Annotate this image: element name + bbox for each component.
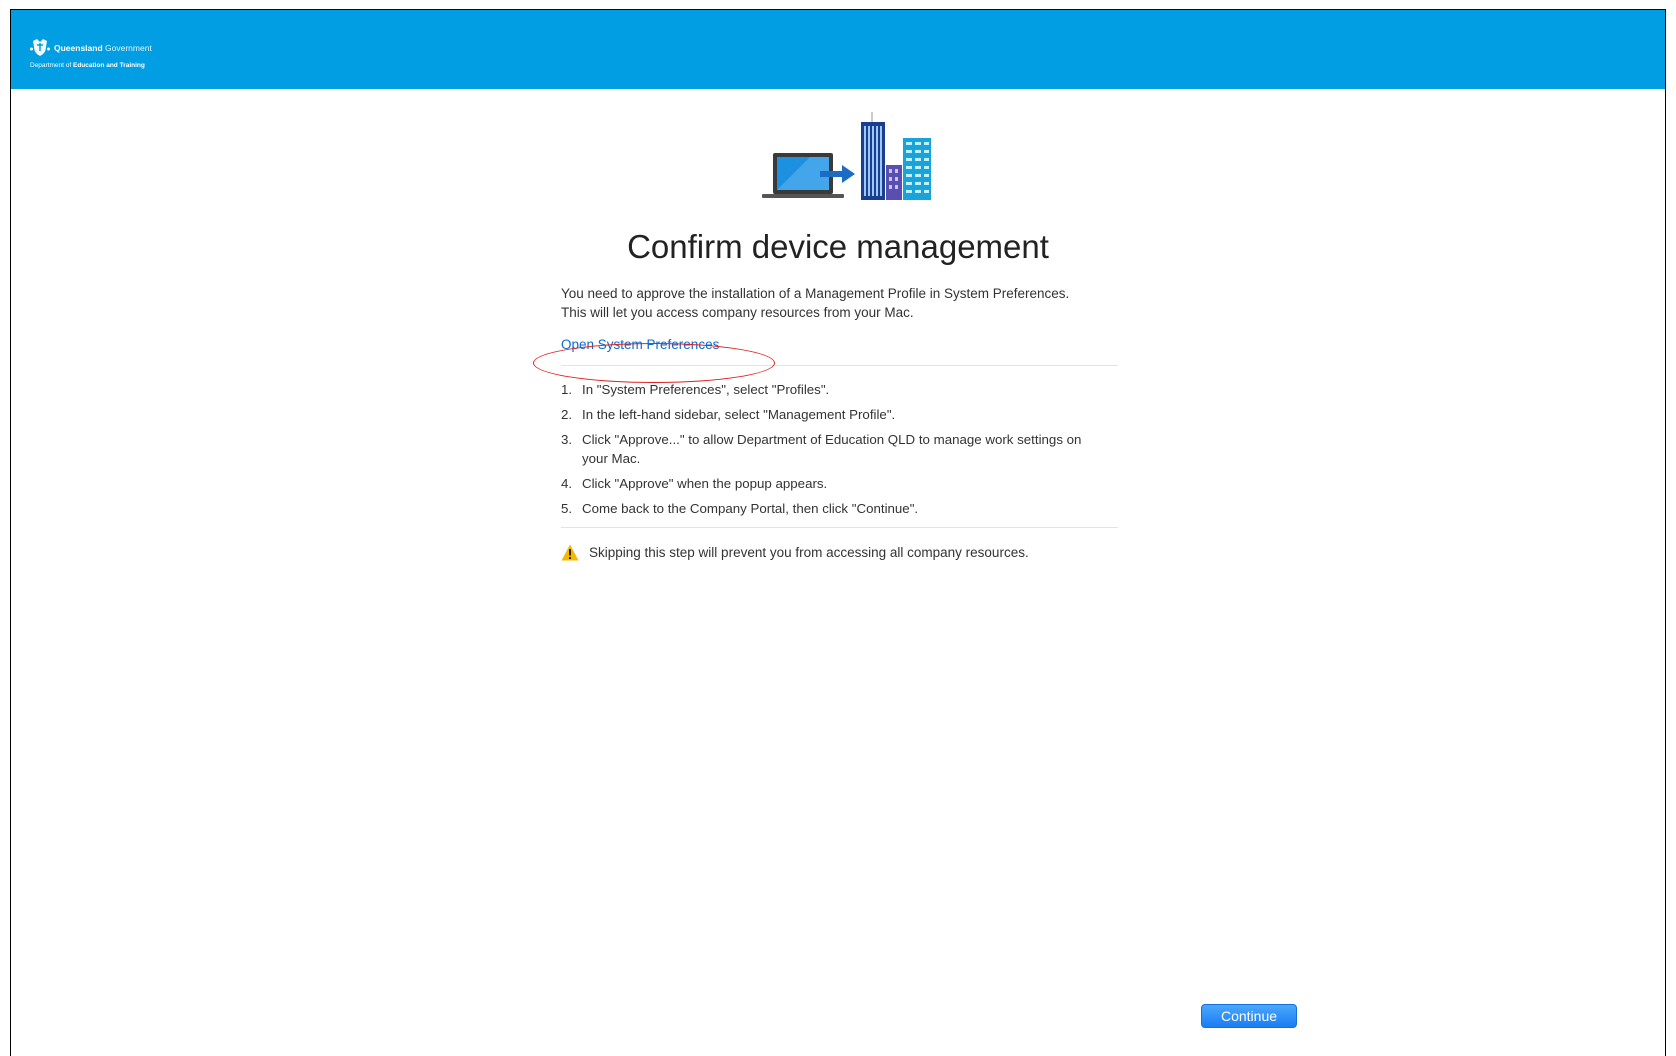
brand-name-strong: Queensland <box>54 43 103 53</box>
continue-button[interactable]: Continue <box>1201 1004 1297 1028</box>
header-bar: Queensland Government Department of Educ… <box>11 10 1665 89</box>
device-management-illustration <box>762 112 931 200</box>
steps-list: 1. In "System Preferences", select "Profi… <box>561 380 1134 518</box>
dept-prefix: Department of <box>30 62 73 69</box>
divider <box>561 527 1118 528</box>
list-item: 1. In "System Preferences", select "Profi… <box>561 380 1134 399</box>
main-content: You need to approve the installation of … <box>561 284 1134 561</box>
step-text: Come back to the Company Portal, then cl… <box>582 501 919 516</box>
open-system-preferences-link[interactable]: Open System Preferences <box>561 335 719 354</box>
intro-text: You need to approve the installation of … <box>561 284 1134 322</box>
list-item: 5. Come back to the Company Portal, then … <box>561 499 1134 518</box>
step-number: 5. <box>561 501 573 516</box>
warning-message: Skipping this step will prevent you from… <box>561 544 1134 561</box>
step-number: 3. <box>561 432 573 447</box>
step-number: 2. <box>561 407 573 422</box>
list-item: 2. In the left-hand sidebar, select "Mana… <box>561 405 1134 424</box>
step-text: In the left-hand sidebar, select "Manage… <box>582 407 896 422</box>
step-text: Click "Approve..." to allow Department o… <box>582 432 1082 466</box>
list-item: 3. Click "Approve..." to allow Department… <box>561 430 1134 468</box>
warning-triangle-icon <box>561 544 579 561</box>
brand-logo: Queensland Government Department of Educ… <box>30 38 152 69</box>
intro-line-1: You need to approve the installation of … <box>561 286 1070 301</box>
step-text: In "System Preferences", select "Profile… <box>582 382 830 397</box>
brand-name-light: Government <box>102 43 152 53</box>
divider <box>561 365 1118 366</box>
step-number: 1. <box>561 382 573 397</box>
list-item: 4. Click "Approve" when the popup appears… <box>561 474 1134 493</box>
page-title: Confirm device management <box>627 228 1049 265</box>
crest-icon <box>30 39 50 56</box>
warning-text: Skipping this step will prevent you from… <box>589 545 1029 560</box>
intro-line-2: This will let you access company resourc… <box>561 305 914 320</box>
dept-name: Education and Training <box>73 62 145 69</box>
step-text: Click "Approve" when the popup appears. <box>582 476 828 491</box>
step-number: 4. <box>561 476 573 491</box>
